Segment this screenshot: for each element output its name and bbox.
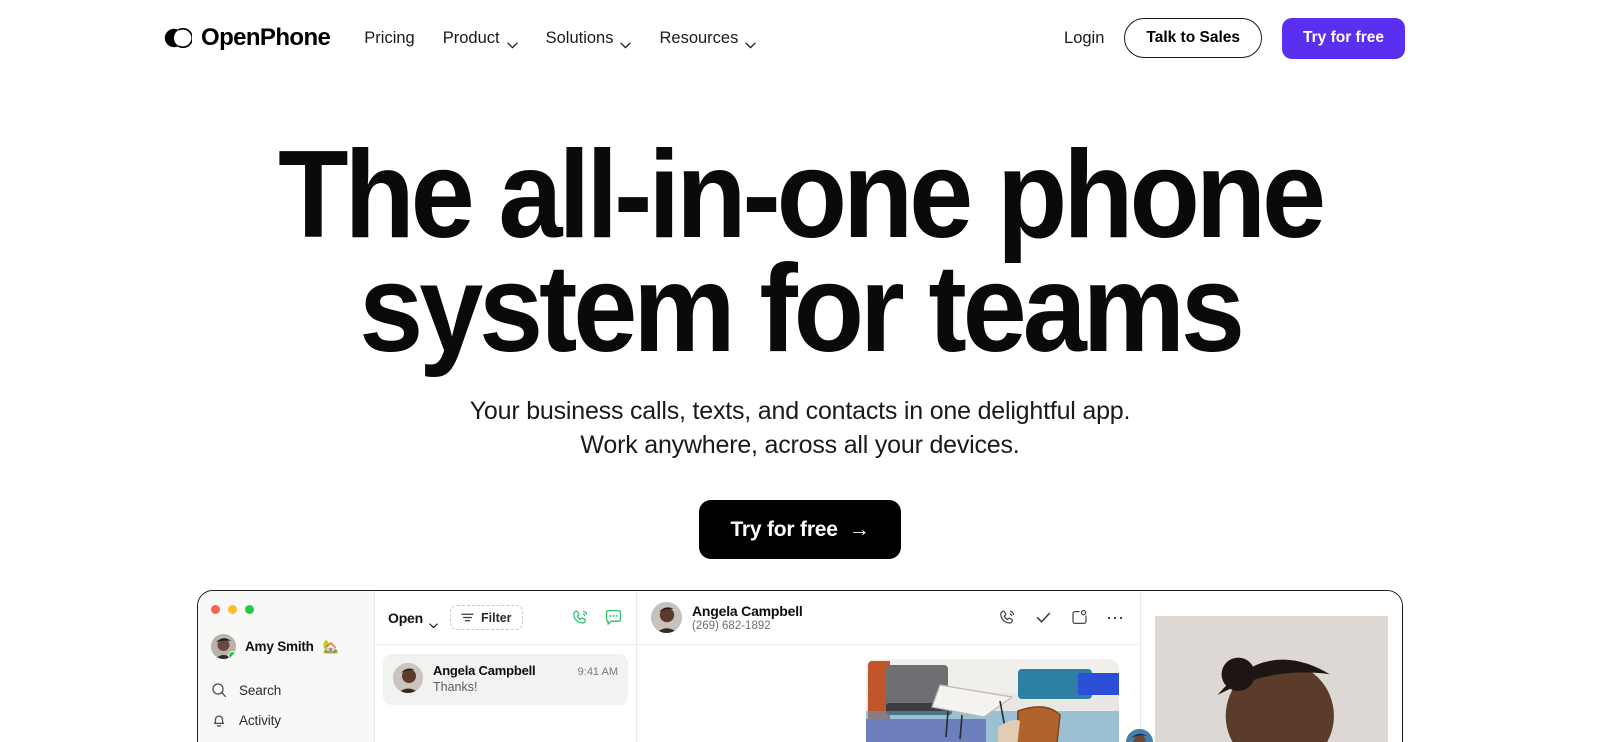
- message-bubble-icon[interactable]: [604, 608, 623, 627]
- app-screenshot-mockup: Amy Smith 🏡 Search Activity Open Filter …: [197, 590, 1403, 742]
- primary-nav-links: Pricing Product Solutions Resources: [364, 28, 756, 48]
- page-title: The all-in-one phone system for teams: [56, 126, 1544, 379]
- contact-details-panel: Angela Campbell: [1140, 591, 1402, 742]
- nav-item-pricing-label: Pricing: [364, 28, 415, 47]
- bell-icon: [211, 712, 227, 728]
- nav-item-resources-label: Resources: [659, 28, 739, 47]
- hero-cta-label: Try for free: [730, 517, 838, 541]
- talk-to-sales-button[interactable]: Talk to Sales: [1124, 18, 1263, 58]
- top-navigation-bar: OpenPhone Pricing Product Solutions Reso…: [0, 0, 1600, 76]
- list-item-header: Angela Campbell 9:41 AM: [433, 663, 618, 678]
- phone-call-icon[interactable]: [998, 608, 1017, 627]
- thread-contact-phone: (269) 682-1892: [692, 620, 771, 633]
- avatar: [393, 663, 423, 694]
- filter-lines-icon: [461, 612, 474, 623]
- thread-header: Angela Campbell (269) 682-1892 ⋯: [637, 591, 1140, 646]
- nav-actions: Login Talk to Sales Try for free: [1064, 17, 1405, 59]
- avatar: [1141, 616, 1402, 742]
- conversation-list-actions: [571, 608, 623, 627]
- sidebar-user-profile[interactable]: Amy Smith 🏡: [198, 614, 374, 660]
- search-icon: [211, 682, 227, 698]
- openphone-eclipse-logo-icon: [164, 25, 194, 51]
- sidebar-user-name: Amy Smith: [245, 639, 314, 655]
- thread-contact-info: Angela Campbell (269) 682-1892: [692, 603, 803, 632]
- app-sidebar: Amy Smith 🏡 Search Activity: [198, 591, 375, 742]
- hero-subtitle-line-1: Your business calls, texts, and contacts…: [469, 397, 1131, 426]
- brand-name-text: OpenPhone: [201, 24, 331, 51]
- message-attachment-photo[interactable]: [866, 659, 1119, 742]
- window-close-button[interactable]: [211, 605, 220, 615]
- conversation-thread-panel: Angela Campbell (269) 682-1892 ⋯: [637, 591, 1153, 742]
- phone-outgoing-icon[interactable]: [571, 608, 590, 627]
- contact-card-icon[interactable]: [1070, 608, 1089, 627]
- list-item-content: Angela Campbell 9:41 AM Thanks!: [433, 663, 618, 696]
- sidebar-item-activity-label: Activity: [239, 712, 281, 728]
- hero-title-line-2: system for teams: [359, 240, 1245, 379]
- filter-button[interactable]: Filter: [449, 605, 523, 631]
- chevron-down-icon: [506, 36, 518, 48]
- arrow-right-icon: →: [848, 518, 870, 542]
- sidebar-nav: Search Activity: [198, 659, 374, 735]
- conversation-list-panel: Open Filter Angela Campbell 9:41 AM Than…: [375, 591, 637, 742]
- sidebar-item-search-label: Search: [239, 682, 282, 698]
- sidebar-item-activity[interactable]: Activity: [198, 705, 374, 735]
- check-icon[interactable]: [1034, 608, 1053, 627]
- inbox-status-filter-dropdown[interactable]: Open: [388, 609, 438, 629]
- thread-message-area: [637, 645, 1153, 742]
- more-horizontal-icon[interactable]: ⋯: [1106, 609, 1125, 627]
- conversation-list-toolbar: Open Filter: [375, 591, 636, 646]
- chevron-down-icon: [620, 36, 632, 48]
- window-minimize-button[interactable]: [228, 605, 237, 615]
- conversation-list-body: Angela Campbell 9:41 AM Thanks!: [375, 645, 636, 706]
- online-status-dot: [228, 651, 236, 660]
- nav-item-product[interactable]: Product: [442, 28, 518, 48]
- list-item-timestamp: 9:41 AM: [577, 666, 618, 679]
- hero-try-for-free-button[interactable]: Try for free →: [699, 500, 901, 560]
- sidebar-item-search[interactable]: Search: [198, 675, 374, 705]
- sidebar-user-emoji: 🏡: [322, 639, 339, 655]
- thread-actions: ⋯: [998, 608, 1125, 627]
- avatar: [651, 602, 682, 634]
- brand-logo-link[interactable]: OpenPhone: [164, 24, 331, 52]
- hero-subtitle: Your business calls, texts, and contacts…: [0, 395, 1600, 462]
- nav-item-solutions-label: Solutions: [545, 28, 614, 47]
- filter-button-label: Filter: [480, 610, 512, 625]
- inbox-status-filter-label: Open: [388, 609, 423, 626]
- app-window-frame: Amy Smith 🏡 Search Activity Open Filter …: [197, 590, 1403, 742]
- window-traffic-lights: [198, 605, 374, 615]
- nav-item-solutions[interactable]: Solutions: [545, 28, 632, 48]
- list-item-name: Angela Campbell: [433, 663, 536, 679]
- hero-subtitle-line-2: Work anywhere, across all your devices.: [580, 430, 1020, 459]
- thread-contact-name: Angela Campbell: [692, 603, 803, 620]
- nav-item-product-label: Product: [442, 28, 500, 47]
- hero-title-line-1: The all-in-one phone: [278, 126, 1326, 264]
- chevron-down-icon: [429, 616, 438, 629]
- login-link[interactable]: Login: [1064, 29, 1104, 48]
- avatar: [211, 634, 236, 660]
- nav-item-pricing[interactable]: Pricing: [364, 30, 414, 47]
- hero-cta-wrapper: Try for free →: [0, 500, 1600, 560]
- nav-item-resources[interactable]: Resources: [659, 28, 756, 48]
- hero-section: The all-in-one phone system for teams Yo…: [0, 76, 1600, 560]
- window-maximize-button[interactable]: [245, 605, 254, 615]
- list-item[interactable]: Angela Campbell 9:41 AM Thanks!: [383, 654, 628, 706]
- nav-try-for-free-button[interactable]: Try for free: [1282, 17, 1405, 59]
- list-item-snippet: Thanks!: [433, 680, 478, 695]
- chevron-down-icon: [745, 36, 756, 48]
